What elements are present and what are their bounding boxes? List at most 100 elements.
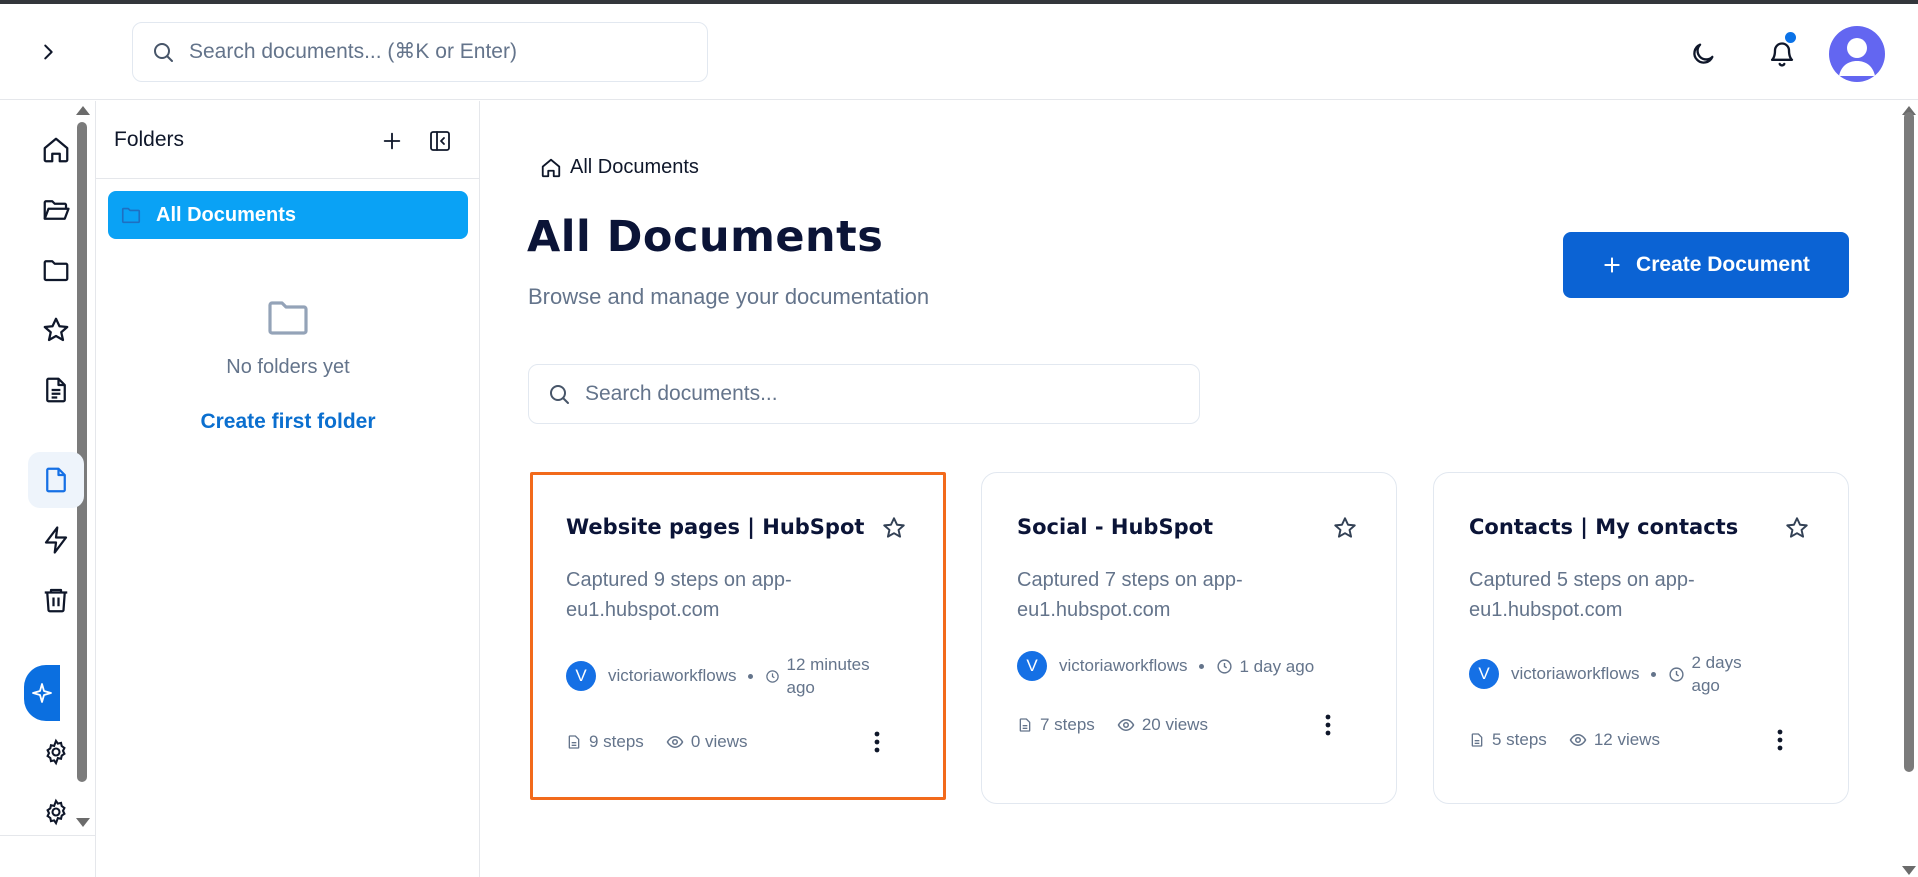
theme-toggle-button[interactable] (1681, 32, 1725, 76)
star-icon (1334, 517, 1356, 538)
more-options-button[interactable] (867, 727, 887, 757)
meta-separator (1199, 663, 1205, 669)
main-scroll-down[interactable] (1902, 866, 1916, 875)
breadcrumb[interactable]: All Documents (540, 156, 699, 179)
file-text-icon (46, 377, 66, 403)
star-icon (43, 317, 69, 342)
steps-count: 5 steps (1469, 730, 1547, 750)
document-card[interactable]: Social - HubSpot Captured 7 steps on app… (981, 472, 1397, 804)
file-text-icon (1019, 718, 1031, 732)
file-text-icon (1471, 733, 1483, 747)
create-document-button[interactable]: Create Document (1563, 232, 1849, 298)
rail-divider (0, 835, 96, 836)
folder-all-documents[interactable]: All Documents (108, 191, 468, 239)
trash-icon (44, 588, 68, 613)
clock-icon (1669, 666, 1685, 682)
expand-sidebar-button[interactable] (28, 32, 68, 72)
steps-count: 9 steps (566, 732, 644, 752)
rail-all-documents[interactable] (28, 452, 84, 508)
search-icon (550, 385, 569, 404)
rail-preferences[interactable] (28, 784, 84, 840)
views-label: 20 views (1141, 715, 1208, 734)
eye-icon (1117, 718, 1135, 732)
global-search-input[interactable] (189, 40, 669, 64)
favorite-button[interactable] (1330, 513, 1360, 543)
user-icon (1839, 38, 1875, 76)
rail-trash[interactable] (28, 572, 84, 628)
author-avatar: V (566, 661, 596, 691)
rail-home[interactable] (28, 122, 84, 178)
top-header (0, 4, 1918, 100)
rail-scroll-up[interactable] (76, 106, 90, 115)
rail-ai-assistant[interactable] (24, 665, 60, 721)
settings-icon (46, 798, 66, 826)
star-icon (883, 517, 905, 538)
create-first-folder-link[interactable]: Create first folder (96, 410, 480, 434)
folder-icon (121, 207, 141, 224)
folder-icon (43, 260, 69, 282)
meta-separator (1651, 671, 1657, 677)
document-stats: 9 steps 0 views (566, 732, 770, 752)
rail-settings[interactable] (28, 724, 84, 780)
folder-open-icon (43, 200, 70, 220)
rail-documents[interactable] (28, 362, 84, 418)
folders-title: Folders (114, 128, 185, 151)
collapse-panel-button[interactable] (422, 123, 458, 159)
star-icon (1786, 517, 1808, 538)
more-options-button[interactable] (1318, 710, 1338, 740)
document-meta: V victoriaworkflows 2 days ago (1469, 651, 1751, 697)
document-meta: V victoriaworkflows 1 day ago (1017, 651, 1314, 681)
create-document-label: Create Document (1636, 253, 1810, 276)
page-title: All Documents (527, 212, 884, 262)
steps-label: 5 steps (1492, 730, 1547, 749)
plus-icon (1604, 257, 1620, 273)
more-options-button[interactable] (1770, 725, 1790, 755)
steps-count: 7 steps (1017, 715, 1095, 735)
home-icon (541, 158, 561, 177)
favorite-button[interactable] (879, 513, 909, 543)
documents-search-input[interactable] (585, 382, 1165, 406)
rail-automations[interactable] (28, 512, 84, 568)
add-folder-button[interactable] (374, 123, 410, 159)
document-time: 1 day ago (1239, 656, 1315, 676)
document-title: Social - HubSpot (1017, 515, 1214, 539)
plus-icon (383, 132, 401, 150)
views-label: 12 views (1593, 730, 1660, 749)
author-avatar: V (1469, 659, 1499, 689)
page-subtitle: Browse and manage your documentation (528, 284, 930, 309)
document-description: Captured 5 steps on app-eu1.hubspot.com (1469, 569, 1695, 621)
sparkle-icon (32, 683, 52, 703)
zap-icon (44, 526, 68, 554)
document-meta: V victoriaworkflows 12 minutes ago (566, 653, 886, 699)
main-scrollbar[interactable] (1904, 112, 1914, 772)
settings-icon (46, 738, 66, 766)
moon-icon (1693, 43, 1714, 64)
no-folders-text: No folders yet (226, 356, 350, 378)
steps-label: 9 steps (589, 732, 644, 751)
breadcrumb-label: All Documents (570, 156, 699, 178)
rail-open-folders[interactable] (28, 182, 84, 238)
home-icon (43, 137, 69, 163)
author-avatar: V (1017, 651, 1047, 681)
bell-icon (1770, 42, 1794, 67)
folders-header: Folders (96, 101, 480, 179)
folders-panel: Folders All Documents No folders yet Cre… (96, 101, 480, 877)
notifications-button[interactable] (1760, 32, 1804, 76)
document-title: Website pages | HubSpot (566, 515, 865, 539)
views-count: 0 views (666, 732, 748, 752)
document-description: Captured 9 steps on app-eu1.hubspot.com (566, 569, 792, 621)
documents-search-bar[interactable] (528, 364, 1200, 424)
rail-folders[interactable] (28, 242, 84, 298)
document-card[interactable]: Website pages | HubSpot Captured 9 steps… (530, 472, 946, 800)
document-stats: 5 steps 12 views (1469, 730, 1682, 750)
user-avatar[interactable] (1829, 26, 1885, 82)
notification-badge (1785, 32, 1796, 43)
clock-icon (1217, 658, 1233, 674)
document-time: 12 minutes ago (786, 655, 870, 697)
eye-icon (1569, 733, 1587, 747)
global-search-bar[interactable] (132, 22, 708, 82)
document-card[interactable]: Contacts | My contacts Captured 5 steps … (1433, 472, 1849, 804)
favorite-button[interactable] (1782, 513, 1812, 543)
rail-favorites[interactable] (28, 302, 84, 358)
folder-all-documents-label: All Documents (156, 203, 297, 226)
